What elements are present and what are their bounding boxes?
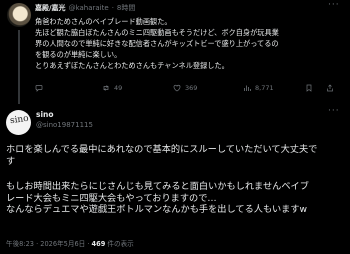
parent-post-header: 嘉殿/嘉光 @kaharaite · 8時間 [35,3,135,13]
reply-icon [35,85,43,92]
reply-paragraph-line: す [6,155,16,167]
heart-icon [173,84,181,92]
post-datetime[interactable]: 午後8:23 · 2026年5月6日 · [6,240,92,248]
post-view-label: 件の表示 [105,240,134,248]
reply-paragraph-line: レード大会もミニ四駆大会もやっておりますので… [6,192,217,204]
reply-avatar[interactable]: sino [6,110,31,135]
reply-post-body: ホロを楽しんでる最中にあれなので基本的にスルーしていただいて大丈夫で す もしお… [6,144,317,216]
parent-post-line: 先ほど観た脇白ぼたんさんのミニ四駆動画もそうだけど、ボク自身が玩具業 [35,28,279,37]
reply-post-header: sino @sino19871115 [36,110,93,129]
avatar-sketch-text: sino [9,113,30,127]
more-options-icon[interactable]: ··· [328,0,340,10]
reply-paragraph-line: なんならデュエマや遊戯王ボトルマンなんかも手を出してる人もいますw [6,204,308,215]
separator-dot: · [111,4,114,12]
reply-paragraph-line: ホロを楽しんでる最中にあれなので基本的にスルーしていただいて大丈夫で [6,144,318,155]
thread-connector-line [18,30,20,104]
parent-post-line: 角爸わためさんのベイブレード動画観た。 [35,17,172,26]
views-chart-icon [244,85,251,91]
share-action[interactable] [326,84,334,92]
parent-post-body: 角爸わためさんのベイブレード動画観た。 先ほど観た脇白ぼたんさんのミニ四駆動画も… [35,16,279,71]
repost-icon [103,85,109,91]
repost-action[interactable]: 49 [102,84,122,92]
reply-post-meta: 午後8:23 · 2026年5月6日 · 469 件の表示 [6,238,134,248]
bookmark-icon [306,84,312,92]
parent-timestamp[interactable]: 8時間 [117,3,135,13]
parent-display-name[interactable]: 嘉殿/嘉光 [35,3,66,13]
repost-count: 49 [114,84,123,92]
more-options-icon[interactable]: ··· [328,106,340,116]
reply-action[interactable] [35,84,47,92]
parent-post-line: を観るのが単純に楽しい。 [35,50,122,59]
parent-avatar[interactable] [7,3,31,27]
post-view-count: 469 [91,240,106,248]
reply-handle[interactable]: @sino19871115 [36,121,93,129]
reply-paragraph-line: もしお時間出来たらにじさんじも見てみると面白いかもしれませんベイブ [6,181,309,192]
parent-handle[interactable]: @kaharaite [69,4,109,12]
bookmark-action[interactable] [305,84,313,92]
views-action[interactable]: 8,771 [243,84,274,92]
parent-post-line: とりあえずぼたんさんとわためさんもチャンネル登録した。 [35,61,229,70]
like-count: 369 [185,84,198,92]
like-action[interactable]: 369 [173,84,197,92]
parent-post-line: 界の人間なので単純に好きな配信者さんがキッズトビーで盛り上がってるの [35,39,279,48]
follow-button[interactable] [264,105,316,121]
views-count: 8,771 [255,84,274,92]
share-icon [327,84,333,92]
reply-display-name[interactable]: sino [36,110,93,119]
